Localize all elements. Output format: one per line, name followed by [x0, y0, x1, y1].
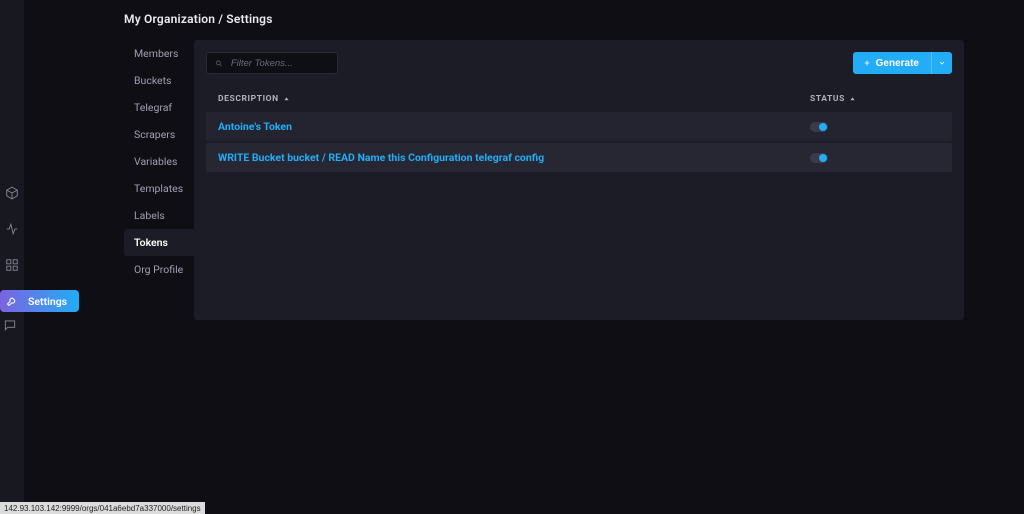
tab-org-profile[interactable]: Org Profile	[124, 256, 194, 283]
chat-icon[interactable]	[3, 318, 17, 335]
tab-labels[interactable]: Labels	[124, 202, 194, 229]
token-description-link[interactable]: Antoine's Token	[218, 120, 292, 133]
settings-nav-pill[interactable]: Settings	[0, 290, 79, 312]
wrench-icon	[6, 295, 18, 307]
search-icon	[215, 59, 223, 68]
tab-members[interactable]: Members	[124, 40, 194, 67]
tab-buckets[interactable]: Buckets	[124, 67, 194, 94]
generate-button[interactable]: Generate	[853, 52, 952, 74]
generate-label: Generate	[876, 58, 919, 69]
col-status[interactable]: STATUS	[810, 94, 940, 104]
left-nav-rail	[0, 0, 24, 514]
tokens-panel: Generate DESCRIPTION STATUS	[194, 40, 964, 320]
table-body: Antoine's Token WRITE Bucket bucket / RE…	[206, 112, 952, 172]
table-header: DESCRIPTION STATUS	[206, 94, 952, 112]
status-toggle[interactable]	[810, 153, 828, 163]
sort-asc-icon	[849, 96, 856, 103]
page-container: My Organization / Settings Members Bucke…	[24, 0, 1024, 514]
breadcrumb: My Organization / Settings	[124, 12, 964, 26]
settings-tabs: Members Buckets Telegraf Scrapers Variab…	[124, 40, 194, 320]
browser-status-bar: 142.93.103.142:9999/orgs/041a6ebd7a33700…	[0, 502, 205, 514]
plus-icon	[863, 59, 871, 67]
settings-nav-label: Settings	[28, 295, 67, 308]
col-description[interactable]: DESCRIPTION	[218, 94, 290, 104]
sort-asc-icon	[283, 96, 290, 103]
tab-tokens[interactable]: Tokens	[124, 229, 194, 256]
table-row: WRITE Bucket bucket / READ Name this Con…	[206, 143, 952, 172]
status-toggle[interactable]	[810, 122, 828, 132]
pulse-icon[interactable]	[3, 220, 21, 238]
grid-icon[interactable]	[3, 256, 21, 274]
generate-caret[interactable]	[931, 52, 952, 74]
chevron-down-icon	[938, 59, 946, 67]
panel-toolbar: Generate	[206, 52, 952, 74]
content-row: Members Buckets Telegraf Scrapers Variab…	[124, 40, 964, 320]
tab-variables[interactable]: Variables	[124, 148, 194, 175]
filter-input[interactable]	[229, 57, 329, 70]
tab-templates[interactable]: Templates	[124, 175, 194, 202]
tab-telegraf[interactable]: Telegraf	[124, 94, 194, 121]
tab-scrapers[interactable]: Scrapers	[124, 121, 194, 148]
toggle-knob	[819, 123, 827, 131]
cube-icon[interactable]	[3, 184, 21, 202]
filter-input-wrap[interactable]	[206, 52, 338, 74]
table-row: Antoine's Token	[206, 112, 952, 141]
toggle-knob	[819, 154, 827, 162]
token-description-link[interactable]: WRITE Bucket bucket / READ Name this Con…	[218, 151, 544, 164]
